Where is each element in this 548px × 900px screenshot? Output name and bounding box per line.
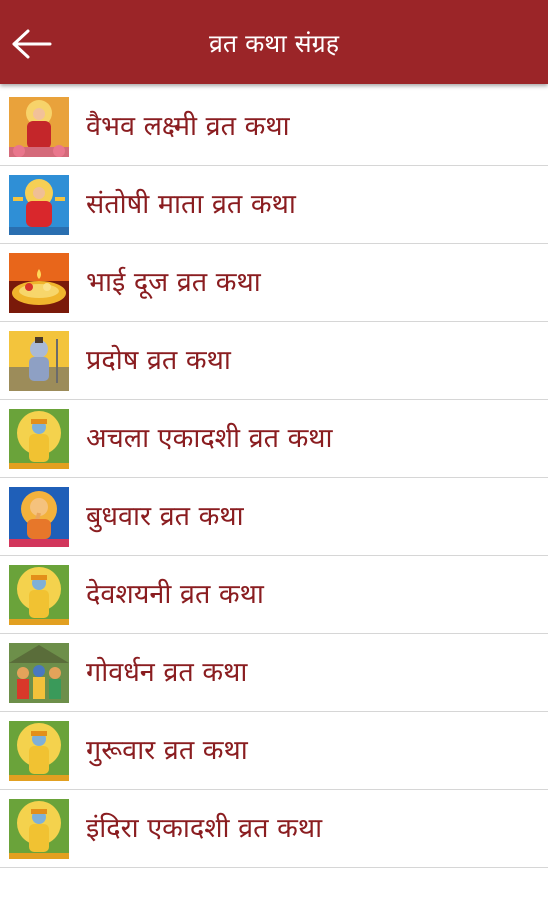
ganesha-thumbnail xyxy=(9,487,69,547)
list-item-label: भाई दूज व्रत कथा xyxy=(86,267,261,298)
list-item-indira-ekadashi[interactable]: इंदिरा एकादशी व्रत कथा xyxy=(0,790,548,868)
page-title: व्रत कथा संग्रह xyxy=(209,29,339,58)
shiva-thumbnail xyxy=(9,331,69,391)
list-item-govardhan[interactable]: गोवर्धन व्रत कथा xyxy=(0,634,548,712)
app-bar: व्रत कथा संग्रह xyxy=(0,0,548,84)
lakshmi-thumbnail xyxy=(9,97,69,157)
list-item-guruvar[interactable]: गुरूवार व्रत कथा xyxy=(0,712,548,790)
list-item-label: अचला एकादशी व्रत कथा xyxy=(86,423,333,454)
vishnu-thumbnail xyxy=(9,799,69,859)
list-item-vaibhav-lakshmi[interactable]: वैभव लक्ष्मी व्रत कथा xyxy=(0,88,548,166)
list-item-label: गुरूवार व्रत कथा xyxy=(86,735,248,766)
vishnu-thumbnail xyxy=(9,721,69,781)
list-item-label: बुधवार व्रत कथा xyxy=(86,501,244,532)
vrat-katha-list: वैभव लक्ष्मी व्रत कथा संतोषी माता व्रत क… xyxy=(0,88,548,868)
santoshi-mata-thumbnail xyxy=(9,175,69,235)
list-item-santoshi-mata[interactable]: संतोषी माता व्रत कथा xyxy=(0,166,548,244)
list-item-label: वैभव लक्ष्मी व्रत कथा xyxy=(86,111,290,142)
puja-thali-thumbnail xyxy=(9,253,69,313)
list-item-bhai-dooj[interactable]: भाई दूज व्रत कथा xyxy=(0,244,548,322)
list-item-pradosh[interactable]: प्रदोष व्रत कथा xyxy=(0,322,548,400)
list-item-label: गोवर्धन व्रत कथा xyxy=(86,657,248,688)
vishnu-thumbnail xyxy=(9,565,69,625)
list-item-label: प्रदोष व्रत कथा xyxy=(86,345,231,376)
list-item-label: संतोषी माता व्रत कथा xyxy=(86,189,296,220)
list-item-budhwar[interactable]: बुधवार व्रत कथा xyxy=(0,478,548,556)
list-item-label: देवशयनी व्रत कथा xyxy=(86,579,264,610)
list-item-label: इंदिरा एकादशी व्रत कथा xyxy=(86,813,323,844)
list-item-devshayani[interactable]: देवशयनी व्रत कथा xyxy=(0,556,548,634)
list-item-achala-ekadashi[interactable]: अचला एकादशी व्रत कथा xyxy=(0,400,548,478)
krishna-thumbnail xyxy=(9,643,69,703)
vishnu-thumbnail xyxy=(9,409,69,469)
